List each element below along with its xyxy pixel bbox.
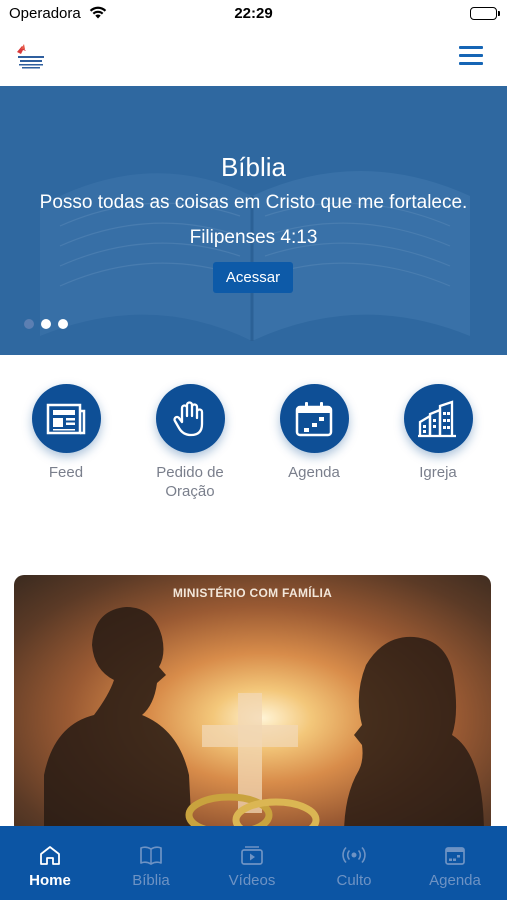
broadcast-icon <box>309 844 399 866</box>
tab-label: Agenda <box>429 872 481 889</box>
carousel-dot-1[interactable] <box>24 319 34 329</box>
newspaper-icon <box>31 384 101 453</box>
card-title: MINISTÉRIO COM FAMÍLIA <box>172 586 333 600</box>
open-bible-background <box>0 86 507 355</box>
tab-label: Vídeos <box>228 872 276 889</box>
app-header <box>0 30 507 86</box>
book-icon <box>106 844 196 866</box>
home-icon <box>5 844 95 866</box>
video-icon <box>207 844 297 866</box>
family-ministry-image <box>44 607 484 835</box>
battery-icon <box>470 7 500 20</box>
raised-hand-icon <box>155 384 225 453</box>
hamburger-menu-icon[interactable] <box>459 46 483 66</box>
tab-agenda[interactable]: Agenda <box>410 844 500 889</box>
tab-culto[interactable]: Culto <box>309 844 399 889</box>
hero-banner[interactable]: Bíblia Posso todas as coisas em Cristo q… <box>0 86 507 355</box>
quick-action-agenda[interactable]: Agenda <box>259 384 369 482</box>
quick-action-feed[interactable]: Feed <box>11 384 121 482</box>
quick-action-label: Agenda <box>288 464 340 481</box>
bottom-tab-bar: Home Bíblia Vídeos Culto Agenda <box>0 826 507 900</box>
tab-videos[interactable]: Vídeos <box>207 844 297 889</box>
quick-action-label: Feed <box>48 464 84 481</box>
quick-action-prayer-request[interactable]: Pedido de Oração <box>135 384 245 501</box>
ministry-card[interactable]: MINISTÉRIO COM FAMÍLIA <box>14 575 491 835</box>
access-button[interactable]: Acessar <box>213 262 293 293</box>
quick-action-church[interactable]: Igreja <box>383 384 493 482</box>
carousel-dot-2[interactable] <box>41 319 51 329</box>
carousel-dot-3[interactable] <box>58 319 68 329</box>
hero-verse: Posso todas as coisas em Cristo que me f… <box>39 192 468 213</box>
tab-label: Bíblia <box>132 872 170 889</box>
tab-biblia[interactable]: Bíblia <box>106 844 196 889</box>
tab-label: Culto <box>336 872 372 889</box>
hero-title: Bíblia <box>220 152 287 182</box>
hero-verse-reference: Filipenses 4:13 <box>189 227 318 248</box>
status-bar: Operadora 22:29 <box>0 0 507 30</box>
tab-label: Home <box>29 872 71 889</box>
tab-home[interactable]: Home <box>5 844 95 889</box>
quick-action-label: Pedido de Oração <box>156 464 224 500</box>
calendar-icon <box>279 384 349 453</box>
calendar-icon <box>410 844 500 866</box>
church-logo[interactable] <box>13 42 49 72</box>
quick-action-label: Igreja <box>419 464 457 481</box>
status-time: 22:29 <box>234 5 273 22</box>
buildings-icon <box>403 384 473 453</box>
